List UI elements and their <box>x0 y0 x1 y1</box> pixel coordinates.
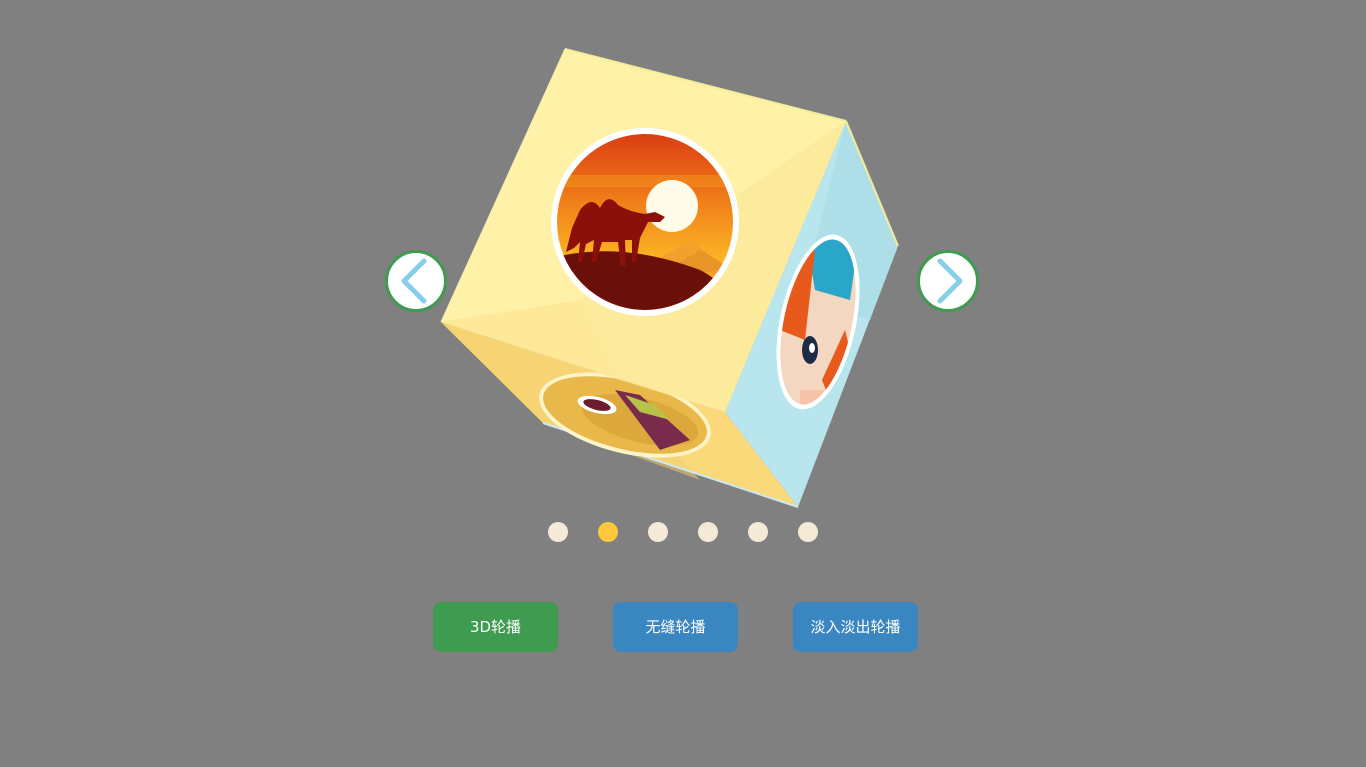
pagination-dot[interactable] <box>798 522 818 542</box>
mode-seamless-carousel-button[interactable]: 无缝轮播 <box>613 602 738 652</box>
chevron-left-icon <box>401 258 427 304</box>
pagination-dot[interactable] <box>598 522 618 542</box>
pagination-dot[interactable] <box>748 522 768 542</box>
pagination-dot[interactable] <box>548 522 568 542</box>
mode-fade-carousel-button[interactable]: 淡入淡出轮播 <box>793 602 918 652</box>
prev-slide-button[interactable] <box>385 250 447 312</box>
pagination-dot[interactable] <box>698 522 718 542</box>
mode-3d-carousel-button[interactable]: 3D轮播 <box>433 602 558 652</box>
next-slide-button[interactable] <box>917 250 979 312</box>
carousel-stage: 3D轮播 无缝轮播 淡入淡出轮播 <box>0 0 1366 767</box>
chevron-right-icon <box>937 258 963 304</box>
pagination-dot[interactable] <box>648 522 668 542</box>
